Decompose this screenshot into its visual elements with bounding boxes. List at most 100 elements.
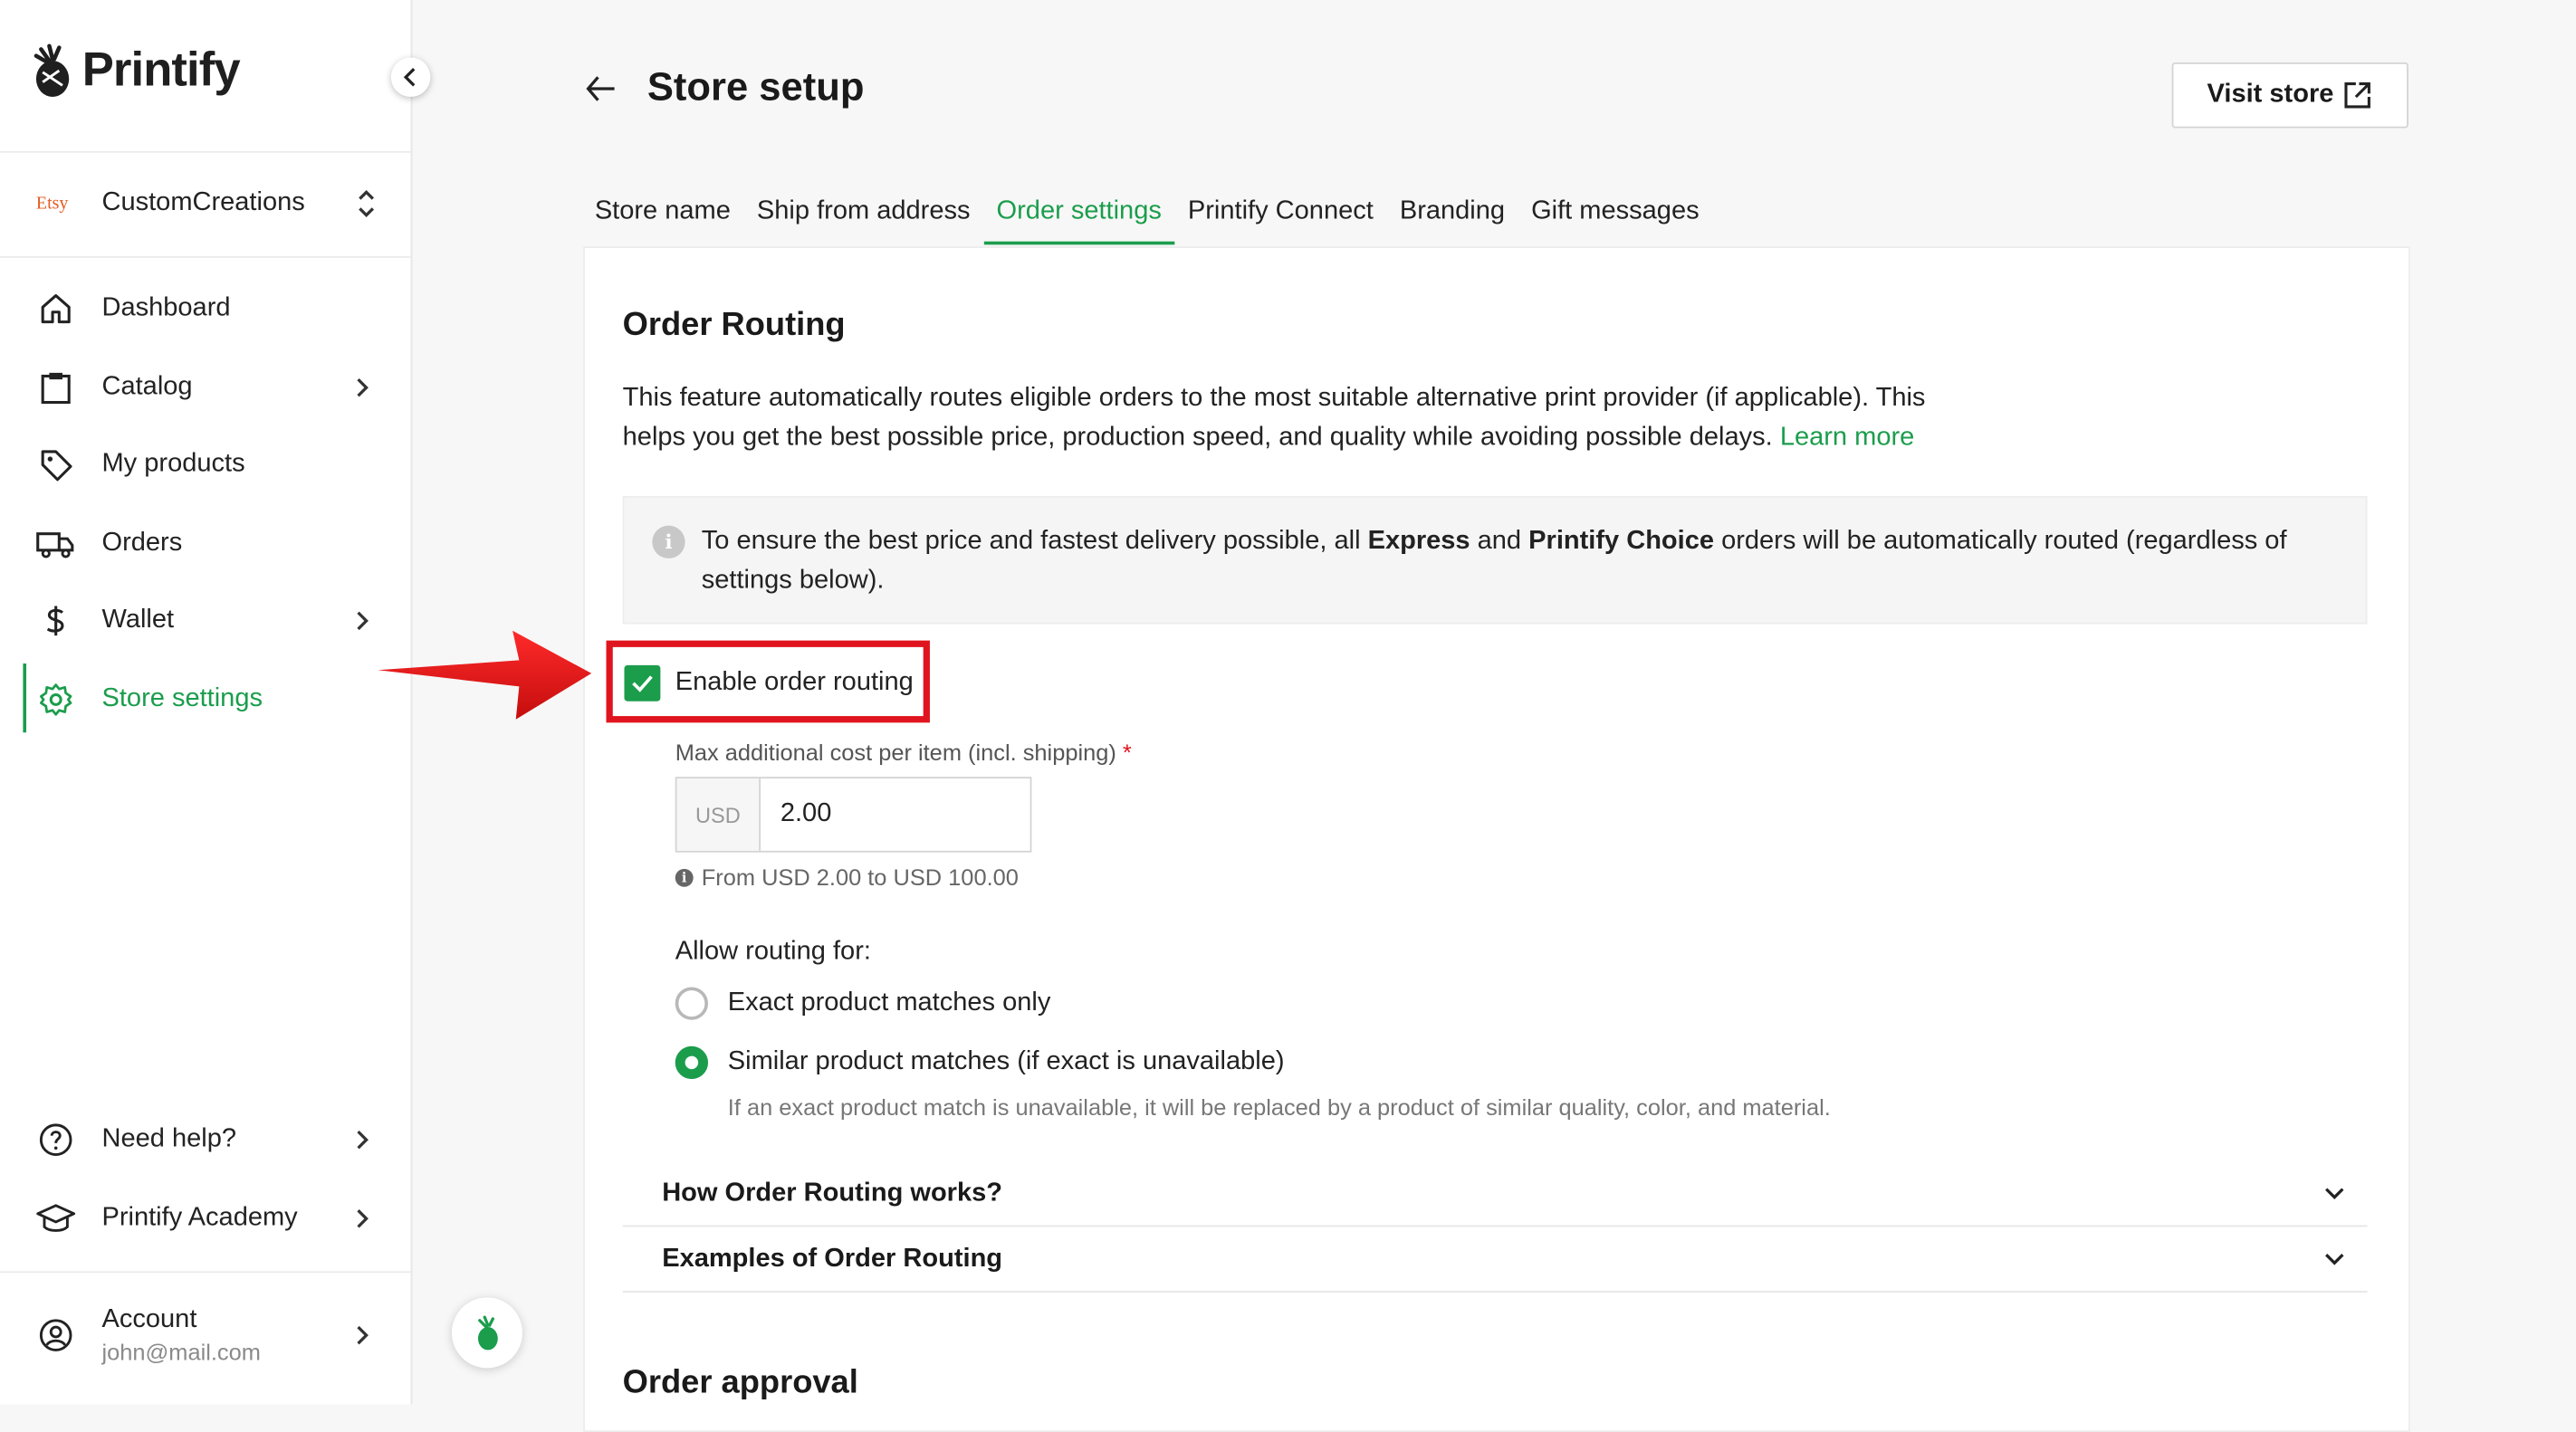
tab-printify-connect[interactable]: Printify Connect	[1174, 184, 1386, 243]
range-hint-text: From USD 2.00 to USD 100.00	[701, 864, 1019, 891]
printify-logo[interactable]: Printify	[33, 43, 241, 99]
chevron-up-down-icon	[359, 189, 375, 217]
chevron-right-icon	[357, 611, 369, 631]
description-line-1: This feature automatically routes eligib…	[622, 384, 1926, 413]
sidebar-item-need-help[interactable]: Need help?	[36, 1111, 373, 1169]
tab-branding[interactable]: Branding	[1386, 184, 1518, 243]
info-text: To ensure the best price and fastest del…	[702, 522, 2312, 601]
help-circle-icon	[36, 1120, 76, 1160]
sidebar-item-label: Store settings	[101, 684, 263, 713]
tab-order-settings[interactable]: Order settings	[983, 184, 1176, 245]
store-switcher[interactable]: Etsy CustomCreations	[36, 174, 378, 233]
radio-exact-matches-label[interactable]: Exact product matches only	[728, 988, 1051, 1018]
section-title-order-routing: Order Routing	[622, 307, 846, 344]
accordion-examples-of-routing[interactable]: Examples of Order Routing	[622, 1227, 2368, 1293]
description-line-2: helps you get the best possible price, p…	[622, 424, 1773, 452]
chevron-down-icon	[2302, 1251, 2368, 1267]
sidebar-item-orders[interactable]: Orders	[36, 514, 373, 573]
sidebar-item-label: Catalog	[101, 372, 193, 401]
radio-similar-matches[interactable]	[675, 1045, 709, 1080]
max-cost-label-text: Max additional cost per item (incl. ship…	[675, 739, 1116, 766]
order-routing-description: This feature automatically routes eligib…	[623, 379, 1970, 458]
gear-icon	[36, 680, 76, 720]
currency-prefix: USD	[676, 778, 761, 851]
pineapple-logo-icon	[34, 43, 70, 98]
range-hint: i From USD 2.00 to USD 100.00	[675, 864, 1019, 890]
annotation-arrow-icon	[378, 630, 592, 720]
sidebar-item-label: My products	[101, 450, 245, 478]
truck-icon	[36, 524, 76, 564]
section-title-order-approval: Order approval	[622, 1364, 858, 1401]
clipboard-icon	[36, 368, 76, 407]
enable-order-routing-checkbox[interactable]	[624, 664, 661, 702]
info-icon: i	[652, 525, 685, 558]
allow-routing-label: Allow routing for:	[675, 938, 871, 966]
sidebar-item-printify-academy[interactable]: Printify Academy	[36, 1189, 373, 1248]
account-menu[interactable]: Account john@mail.com	[36, 1297, 373, 1372]
order-settings-card: Order Routing This feature automatically…	[583, 246, 2410, 1432]
store-name: CustomCreations	[101, 188, 305, 217]
sidebar-item-my-products[interactable]: My products	[36, 435, 373, 494]
chevron-right-icon	[357, 1325, 369, 1345]
info-notice: i To ensure the best price and fastest d…	[622, 495, 2368, 625]
sidebar-item-store-settings[interactable]: Store settings	[36, 670, 373, 729]
similar-matches-hint: If an exact product match is unavailable…	[727, 1093, 1831, 1121]
max-cost-input[interactable]: USD 2.00	[675, 777, 1032, 853]
visit-store-label: Visit store	[2207, 80, 2334, 109]
account-block: Account john@mail.com	[101, 1305, 353, 1364]
sidebar-item-wallet[interactable]: Wallet	[36, 591, 373, 650]
chevron-right-icon	[357, 1130, 369, 1150]
pineapple-icon	[477, 1314, 497, 1350]
info-text-part: To ensure the best price and fastest del…	[701, 527, 1368, 556]
max-cost-value[interactable]: 2.00	[761, 778, 1030, 851]
sidebar-item-label: Wallet	[101, 606, 175, 635]
sidebar-item-label: Printify Academy	[101, 1203, 298, 1232]
enable-order-routing-label[interactable]: Enable order routing	[675, 668, 914, 698]
active-indicator	[23, 663, 27, 733]
sidebar-item-catalog[interactable]: Catalog	[36, 358, 373, 417]
account-label: Account	[101, 1305, 197, 1334]
sidebar-item-dashboard[interactable]: Dashboard	[36, 279, 373, 338]
info-small-icon: i	[675, 867, 694, 886]
info-text-part: and	[1470, 527, 1529, 556]
chevron-left-icon	[403, 68, 416, 87]
divider	[0, 1271, 411, 1274]
tab-gift-messages[interactable]: Gift messages	[1518, 184, 1713, 243]
back-arrow-icon[interactable]	[583, 71, 619, 107]
accordion-title: Examples of Order Routing	[662, 1244, 1003, 1273]
collapse-sidebar-button[interactable]	[390, 57, 431, 98]
accordion-title: How Order Routing works?	[662, 1178, 1003, 1207]
tab-ship-from-address[interactable]: Ship from address	[743, 184, 983, 243]
page-title: Store setup	[646, 65, 865, 110]
radio-exact-matches[interactable]	[675, 987, 709, 1020]
etsy-logo: Etsy	[35, 194, 69, 214]
required-asterisk: *	[1122, 739, 1132, 766]
chevron-right-icon	[357, 377, 369, 397]
sidebar-item-label: Dashboard	[101, 293, 231, 322]
account-email: john@mail.com	[101, 1338, 261, 1365]
settings-tabs: Store name Ship from address Order setti…	[581, 184, 1713, 245]
home-icon	[36, 289, 76, 329]
accordion-how-routing-works[interactable]: How Order Routing works?	[622, 1161, 2368, 1227]
brand-name: Printify	[81, 43, 241, 97]
checkmark-icon	[632, 675, 653, 692]
info-text-bold: Printify Choice	[1528, 527, 1715, 556]
learn-more-link[interactable]: Learn more	[1780, 424, 1914, 452]
divider	[0, 256, 411, 258]
external-link-icon	[2343, 81, 2370, 109]
sidebar: Printify Etsy CustomCreations Dashboard …	[0, 0, 413, 1405]
divider	[0, 150, 411, 153]
user-circle-icon	[36, 1315, 76, 1355]
chevron-down-icon	[2302, 1185, 2368, 1201]
sidebar-item-label: Orders	[101, 529, 183, 558]
graduation-cap-icon	[36, 1199, 76, 1239]
visit-store-button[interactable]: Visit store	[2171, 62, 2408, 129]
sidebar-item-label: Need help?	[101, 1124, 236, 1153]
radio-similar-matches-label[interactable]: Similar product matches (if exact is una…	[728, 1048, 1285, 1078]
info-text-bold: Express	[1367, 527, 1470, 556]
max-cost-label: Max additional cost per item (incl. ship…	[675, 739, 1132, 765]
dollar-icon	[36, 601, 76, 641]
chat-assistant-button[interactable]	[451, 1297, 522, 1369]
tag-icon	[36, 445, 76, 485]
tab-store-name[interactable]: Store name	[581, 184, 743, 243]
